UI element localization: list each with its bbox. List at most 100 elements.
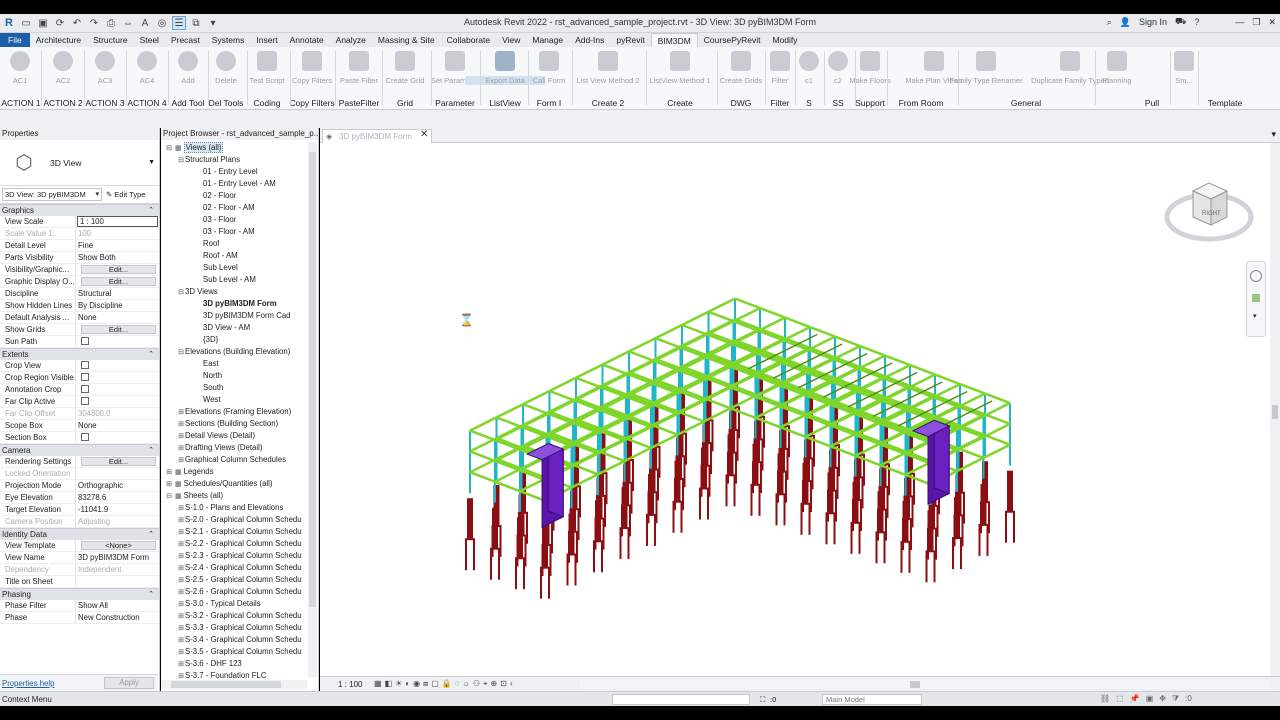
tree-item[interactable]: 02 - Floor - AM (203, 202, 255, 214)
canvas-hscrollbar[interactable] (580, 680, 1270, 689)
checkbox[interactable] (81, 361, 89, 369)
expand-icon[interactable]: ⊞ (177, 563, 185, 574)
prop-value[interactable]: None (76, 312, 159, 323)
tab-bim3dm[interactable]: BIM3DM (650, 33, 698, 47)
text-icon[interactable]: A (138, 16, 152, 30)
tree-item[interactable]: North (203, 370, 222, 382)
edit-button[interactable]: Edit... (81, 265, 156, 274)
highlight-displacement-icon[interactable]: ⊡ (500, 679, 507, 689)
edit-button[interactable]: Edit... (81, 277, 156, 286)
expand-icon[interactable]: ⊞ (165, 467, 173, 478)
sync-icon[interactable]: ⟳ (53, 16, 67, 30)
expand-icon[interactable]: ⊞ (177, 599, 185, 610)
checkbox[interactable] (81, 397, 89, 405)
prop-value[interactable] (76, 432, 159, 443)
prop-value[interactable]: New Construction (76, 612, 159, 623)
tree-item[interactable]: East (203, 358, 219, 370)
tab-file[interactable]: File (0, 33, 30, 47)
prop-value[interactable]: By Discipline (76, 300, 159, 311)
apply-button[interactable]: Apply (104, 677, 154, 689)
close-button[interactable]: ✕ (1268, 17, 1276, 28)
tree-item[interactable]: 03 - Floor (203, 214, 236, 226)
tab-precast[interactable]: Precast (165, 33, 206, 47)
tree-item[interactable]: 01 - Entry Level (203, 166, 258, 178)
collapse-icon[interactable]: ⌃ (148, 589, 154, 601)
customize-qat-icon[interactable]: ▾ (206, 16, 220, 30)
expand-icon[interactable]: ⊞ (177, 503, 185, 514)
tab-steel[interactable]: Steel (134, 33, 165, 47)
sm-button[interactable]: Sm... (1144, 76, 1224, 85)
constraints-icon[interactable]: ⊕ (491, 679, 498, 689)
collapse-icon[interactable]: ⌃ (148, 529, 154, 541)
shadows-icon[interactable]: ◐ (405, 679, 410, 689)
expand-icon[interactable]: ⊞ (177, 419, 185, 430)
tree-item[interactable]: West (203, 394, 221, 406)
tree-item[interactable]: ⊞S-3.0 - Typical Details (177, 598, 261, 610)
tree-item[interactable]: ⊞S-2.5 - Graphical Column Schedu (177, 574, 302, 586)
collapse-icon[interactable]: ⊟ (165, 143, 173, 154)
open-icon[interactable]: ▭ (19, 16, 33, 30)
tree-item[interactable]: ⊞S-3.5 - Graphical Column Schedu (177, 646, 302, 658)
tree-item[interactable]: ⊞ ▦ Schedules/Quantities (all) (165, 478, 272, 490)
expand-icon[interactable]: ⊞ (177, 551, 185, 562)
prop-value[interactable] (76, 576, 159, 587)
user-icon[interactable]: 👤 (1120, 17, 1131, 28)
view-scale[interactable]: 1 : 100 (338, 680, 362, 689)
tab-manage[interactable]: Manage (526, 33, 569, 47)
tree-item[interactable]: 3D pyBIM3DM Form (203, 298, 277, 310)
tree-item[interactable]: ⊞ ▦ Legends (165, 466, 213, 478)
tree-item[interactable]: ⊞Elevations (Framing Elevation) (177, 406, 291, 418)
browser-scrollbar[interactable] (308, 142, 317, 677)
canvas-vscrollbar[interactable] (1270, 143, 1280, 676)
section-graphics[interactable]: Graphics ⌃ (0, 204, 159, 216)
tab-pyrevit[interactable]: pyRevit (610, 33, 650, 47)
tab-coursepyrevit[interactable]: CoursePyRevit (698, 33, 767, 47)
temporary-hide-icon[interactable]: ◌ (455, 679, 460, 689)
tree-item[interactable]: ⊞S-2.3 - Graphical Column Schedu (177, 550, 302, 562)
tree-item[interactable]: ⊞S-3.3 - Graphical Column Schedu (177, 622, 302, 634)
undo-icon[interactable]: ↶ (70, 16, 84, 30)
checkbox[interactable] (81, 337, 89, 345)
prop-value[interactable]: Edit... (76, 456, 159, 467)
prop-value[interactable] (76, 396, 159, 407)
edit-button[interactable]: Edit... (81, 457, 156, 466)
select-pinned-icon[interactable]: 📌 (1130, 694, 1140, 704)
tree-item[interactable]: ⊞S-2.2 - Graphical Column Schedu (177, 538, 302, 550)
reveal-hidden-icon[interactable]: ☼ (463, 679, 470, 689)
print-icon[interactable]: ⎙ (104, 16, 118, 30)
tree-item[interactable]: ⊞S-3.4 - Graphical Column Schedu (177, 634, 302, 646)
chevron-down-icon[interactable]: ▼ (148, 159, 155, 166)
tab-add-ins[interactable]: Add-Ins (569, 33, 610, 47)
collapse-icon[interactable]: ⊟ (177, 287, 185, 298)
drag-elements-icon[interactable]: ✥ (1159, 694, 1166, 704)
tab-massing-site[interactable]: Massing & Site (372, 33, 441, 47)
redo-icon[interactable]: ↷ (87, 16, 101, 30)
edit-button[interactable]: <None> (81, 541, 156, 550)
prop-value[interactable]: Show All (76, 600, 159, 611)
browser-hscroll-thumb[interactable] (171, 681, 281, 688)
viewcube[interactable]: RIGHT (1163, 173, 1255, 255)
render-icon[interactable]: ◉ (413, 679, 420, 689)
save-icon[interactable]: ▣ (36, 16, 50, 30)
prop-value[interactable]: 3D pyBIM3DM Form (76, 552, 159, 563)
instance-selector[interactable]: 3D View: 3D pyBIM3DM ▾ (2, 188, 102, 201)
tab-systems[interactable]: Systems (206, 33, 251, 47)
prop-value[interactable]: <None> (76, 540, 159, 551)
view-tab-3d[interactable]: ◈ 3D pyBIM3DM Form (322, 129, 432, 143)
canvas-vscroll-thumb[interactable] (1272, 405, 1278, 419)
expand-icon[interactable]: ⊞ (177, 611, 185, 622)
design-option-field[interactable]: Main Model (822, 694, 922, 705)
prop-value[interactable]: -11041.9 (76, 504, 159, 515)
expand-icon[interactable]: ⊞ (177, 575, 185, 586)
prop-value[interactable]: Edit... (76, 276, 159, 287)
expand-icon[interactable]: ⊞ (177, 539, 185, 550)
tab-architecture[interactable]: Architecture (30, 33, 87, 47)
expand-icon[interactable]: ⊞ (177, 527, 185, 538)
search-icon[interactable]: ⌕ (1107, 17, 1112, 28)
tree-item[interactable]: ⊞S-2.0 - Graphical Column Schedu (177, 514, 302, 526)
prop-value[interactable] (76, 336, 159, 347)
crop-region-icon[interactable]: ▢ (431, 679, 439, 689)
visual-style-icon[interactable]: ◧ (385, 679, 393, 689)
section-extents[interactable]: Extents ⌃ (0, 348, 159, 360)
filter-icon[interactable]: ⧩ (1172, 694, 1179, 704)
